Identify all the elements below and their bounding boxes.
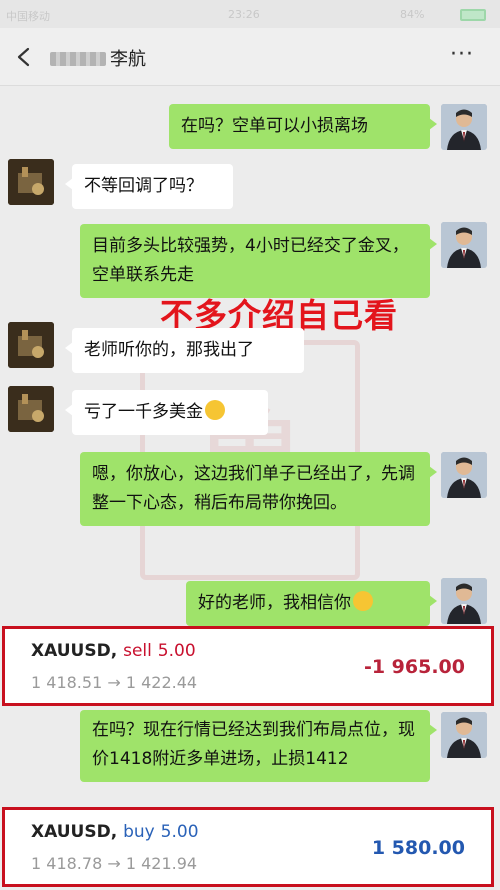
close-price: 1 422.44: [125, 673, 198, 692]
message-bubble-outgoing[interactable]: 在吗？空单可以小损离场: [169, 104, 437, 149]
trade-record-sell[interactable]: XAUUSD, sell 5.00 1 418.51 → 1 422.44 -1…: [2, 626, 494, 706]
contact-photo-icon: [8, 322, 54, 368]
status-bar: 中国移动 23:26 84%: [0, 0, 500, 28]
battery-percent: 84%: [400, 8, 425, 21]
contact-photo-icon: [8, 386, 54, 432]
arrow-right-icon: →: [107, 673, 121, 692]
my-avatar[interactable]: [441, 104, 487, 150]
person-icon: [441, 452, 487, 498]
trade-symbol-line: XAUUSD, sell 5.00: [31, 641, 196, 661]
message-bubble-outgoing[interactable]: 在吗？现在行情已经达到我们布局点位，现价1418附近多单进场，止损1412: [80, 710, 437, 782]
open-price: 1 418.51: [31, 673, 103, 692]
status-time: 23:26: [228, 8, 260, 21]
person-icon: [441, 222, 487, 268]
trade-record-buy[interactable]: XAUUSD, buy 5.00 1 418.78 → 1 421.94 1 5…: [2, 807, 494, 887]
person-icon: [441, 712, 487, 758]
carrier-label: 中国移动: [6, 10, 50, 23]
trade-prices: 1 418.51 → 1 422.44: [31, 673, 197, 692]
crying-emoji-icon: [205, 400, 225, 420]
trade-symbol: XAUUSD: [31, 641, 111, 661]
message-bubble-outgoing[interactable]: 目前多头比较强势，4小时已经交了金叉，空单联系先走: [80, 224, 437, 298]
my-avatar[interactable]: [441, 452, 487, 498]
trade-lots: 5.00: [160, 822, 199, 842]
trade-profit-loss: -1 965.00: [363, 656, 465, 678]
trade-symbol: XAUUSD: [31, 822, 111, 842]
trade-side: sell: [123, 641, 152, 661]
arrow-right-icon: →: [107, 854, 121, 873]
my-avatar[interactable]: [441, 578, 487, 624]
trade-symbol-line: XAUUSD, buy 5.00: [31, 822, 199, 842]
battery-icon: [460, 9, 486, 21]
trade-side: buy: [123, 822, 155, 842]
message-bubble-outgoing[interactable]: 好的老师，我相信你: [186, 581, 437, 626]
message-text: 亏了一千多美金: [84, 402, 203, 422]
fist-emoji-icon: [353, 591, 373, 611]
trade-lots: 5.00: [157, 641, 196, 661]
open-price: 1 418.78: [31, 854, 103, 873]
my-avatar[interactable]: [441, 222, 487, 268]
message-bubble-incoming[interactable]: 亏了一千多美金: [65, 390, 268, 435]
chat-title: 李航: [50, 45, 146, 71]
contact-avatar[interactable]: [8, 159, 54, 205]
person-icon: [441, 104, 487, 150]
message-text: 好的老师，我相信你: [198, 593, 351, 613]
my-avatar[interactable]: [441, 712, 487, 758]
blurred-name: [50, 52, 106, 66]
contact-name: 李航: [110, 49, 146, 70]
chevron-left-icon: [17, 47, 30, 67]
more-options-button[interactable]: ···: [446, 40, 478, 74]
contact-avatar[interactable]: [8, 322, 54, 368]
back-button[interactable]: [10, 40, 40, 74]
person-icon: [441, 578, 487, 624]
close-price: 1 421.94: [125, 854, 198, 873]
chat-header: 李航 ···: [0, 28, 500, 86]
message-bubble-incoming[interactable]: 老师听你的，那我出了: [65, 328, 304, 373]
trade-profit-loss: 1 580.00: [371, 837, 465, 859]
contact-avatar[interactable]: [8, 386, 54, 432]
message-bubble-outgoing[interactable]: 嗯，你放心，这边我们单子已经出了，先调整一下心态，稍后布局带你挽回。: [80, 452, 437, 526]
contact-photo-icon: [8, 159, 54, 205]
trade-prices: 1 418.78 → 1 421.94: [31, 854, 197, 873]
message-bubble-incoming[interactable]: 不等回调了吗？: [65, 164, 233, 209]
